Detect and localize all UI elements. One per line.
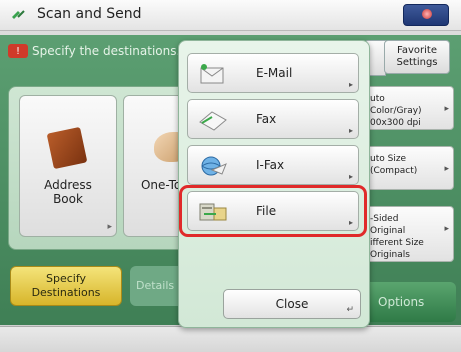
arrow-icon: ▸ bbox=[107, 222, 112, 232]
arrow-icon: ▸ bbox=[444, 164, 449, 174]
email-label: E-Mail bbox=[256, 66, 293, 80]
tab-specify-destinations[interactable]: Specify Destinations bbox=[10, 266, 122, 306]
status-strip bbox=[0, 326, 461, 352]
resolution-text: 00x300 dpi bbox=[370, 118, 421, 128]
arrow-icon: ▸ bbox=[348, 172, 353, 181]
menu-button[interactable] bbox=[403, 4, 449, 26]
fax-label: Fax bbox=[256, 112, 277, 126]
close-button[interactable]: Close ↵ bbox=[223, 289, 361, 319]
compression-text: (Compact) bbox=[370, 166, 418, 176]
destination-type-popup: E-Mail ▸ Fax ▸ I-Fax ▸ File ▸ Close ↵ bbox=[178, 40, 370, 328]
selection-highlight bbox=[179, 185, 367, 237]
sided-original-text: -Sided Original bbox=[370, 214, 406, 236]
scan-send-app-icon bbox=[12, 10, 25, 19]
instruction-bar: ! Specify the destinations. bbox=[8, 42, 180, 60]
ifax-globe-icon bbox=[201, 156, 227, 176]
scan-and-send-screen: Scan and Send ! Specify the destinations… bbox=[0, 0, 461, 352]
scan-size-text: uto Size bbox=[370, 154, 407, 164]
favorite-settings-button[interactable]: Favorite Settings bbox=[384, 40, 450, 74]
title-bar: Scan and Send bbox=[0, 0, 461, 31]
address-book-icon bbox=[46, 126, 88, 170]
fax-icon bbox=[199, 111, 227, 131]
address-book-button[interactable]: Address Book ▸ bbox=[19, 95, 117, 237]
window-title: Scan and Send bbox=[37, 6, 142, 22]
arrow-icon: ▸ bbox=[444, 224, 449, 234]
close-label: Close bbox=[275, 297, 309, 311]
fax-option[interactable]: Fax ▸ bbox=[187, 99, 359, 139]
size-setting[interactable]: uto Size (Compact) ▸ bbox=[364, 146, 454, 190]
email-option[interactable]: E-Mail ▸ bbox=[187, 53, 359, 93]
different-size-text: ifferent Size Originals bbox=[370, 238, 424, 260]
return-icon: ↵ bbox=[346, 305, 354, 315]
options-button[interactable]: Options bbox=[364, 282, 456, 322]
alert-icon: ! bbox=[8, 44, 28, 58]
original-setting[interactable]: -Sided Original ifferent Size Originals … bbox=[364, 206, 454, 262]
ifax-label: I-Fax bbox=[256, 158, 285, 172]
instruction-text: Specify the destinations. bbox=[32, 44, 181, 58]
email-icon bbox=[200, 64, 224, 84]
arrow-icon: ▸ bbox=[444, 104, 449, 114]
arrow-icon: ▸ bbox=[348, 126, 353, 135]
color-resolution-setting[interactable]: uto Color/Gray) 00x300 dpi ▸ bbox=[364, 86, 454, 130]
arrow-icon: ▸ bbox=[348, 80, 353, 89]
status-icon bbox=[422, 9, 432, 19]
ifax-option[interactable]: I-Fax ▸ bbox=[187, 145, 359, 185]
color-mode-text: uto Color/Gray) bbox=[370, 94, 422, 116]
address-book-label: Address Book bbox=[44, 178, 92, 206]
